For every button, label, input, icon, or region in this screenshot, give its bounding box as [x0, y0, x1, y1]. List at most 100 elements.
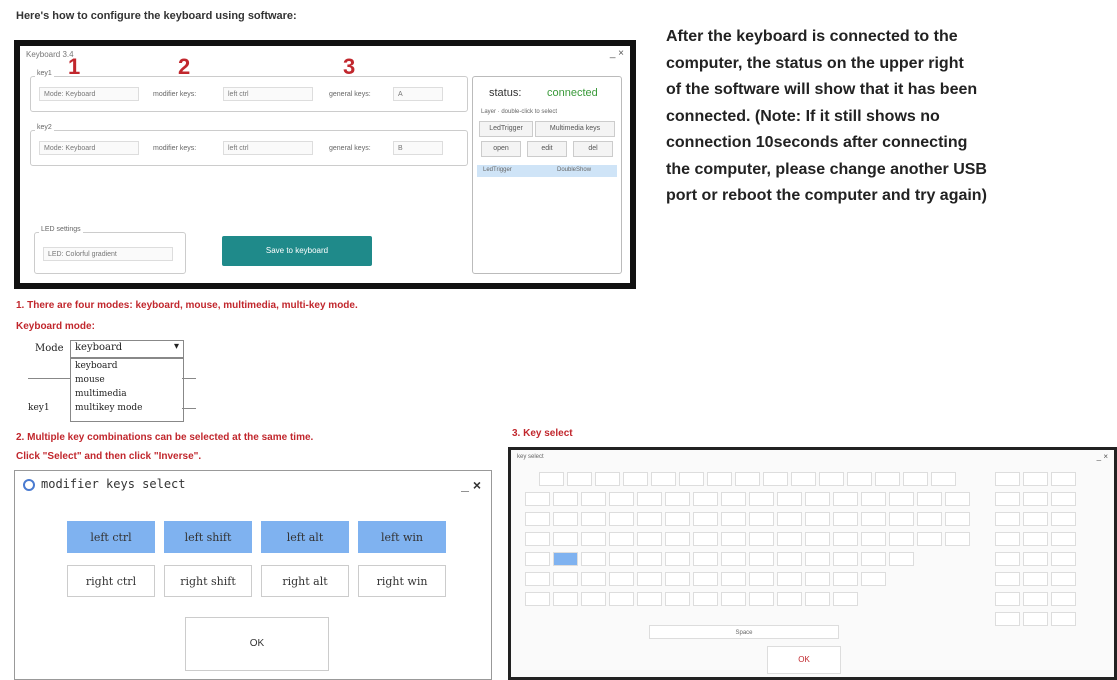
keyboard-key[interactable]: [525, 592, 550, 606]
left-shift-button[interactable]: left shift: [164, 521, 252, 553]
panel-chip-2[interactable]: Multimedia keys: [535, 121, 615, 137]
keyboard-key[interactable]: [1023, 472, 1048, 486]
keyboard-key[interactable]: [609, 592, 634, 606]
keyboard-key[interactable]: [1051, 572, 1076, 586]
keyboard-key[interactable]: [1051, 552, 1076, 566]
keyboard-key[interactable]: [665, 572, 690, 586]
keyboard-key[interactable]: [525, 532, 550, 546]
key-select-ok-button[interactable]: OK: [767, 646, 841, 674]
keyboard-key[interactable]: [995, 472, 1020, 486]
keyboard-key[interactable]: [665, 512, 690, 526]
keyboard-key[interactable]: [595, 472, 620, 486]
save-to-keyboard-button[interactable]: Save to keyboard: [222, 236, 372, 266]
keyboard-key[interactable]: [749, 592, 774, 606]
keyboard-key[interactable]: [721, 512, 746, 526]
keyboard-key[interactable]: [917, 512, 942, 526]
right-shift-button[interactable]: right shift: [164, 565, 252, 597]
keyboard-key[interactable]: [651, 472, 676, 486]
keyboard-key[interactable]: [609, 492, 634, 506]
keyboard-key[interactable]: [623, 472, 648, 486]
right-alt-button[interactable]: right alt: [261, 565, 349, 597]
keyboard-key[interactable]: [749, 552, 774, 566]
keyboard-key[interactable]: [721, 572, 746, 586]
keyboard-key[interactable]: [995, 512, 1020, 526]
keyboard-key[interactable]: [581, 512, 606, 526]
key2-modifier-field[interactable]: left ctrl: [223, 141, 313, 155]
left-alt-button[interactable]: left alt: [261, 521, 349, 553]
keyboard-key[interactable]: [833, 552, 858, 566]
key2-mode-select[interactable]: Mode: Keyboard: [39, 141, 139, 155]
keyboard-key[interactable]: [637, 492, 662, 506]
keyboard-key[interactable]: [693, 492, 718, 506]
keyboard-key[interactable]: [889, 552, 914, 566]
keyboard-key[interactable]: [917, 492, 942, 506]
keyboard-key[interactable]: [833, 572, 858, 586]
keyboard-key[interactable]: [861, 572, 886, 586]
keyboard-key[interactable]: [777, 512, 802, 526]
keyboard-key[interactable]: [693, 552, 718, 566]
keyboard-key[interactable]: [995, 492, 1020, 506]
keyboard-key[interactable]: [749, 492, 774, 506]
keyboard-key[interactable]: [833, 532, 858, 546]
keyboard-key[interactable]: [553, 592, 578, 606]
mode-option-multikey[interactable]: multikey mode: [71, 401, 183, 415]
right-win-button[interactable]: right win: [358, 565, 446, 597]
keyboard-key[interactable]: [1051, 532, 1076, 546]
keyboard-key[interactable]: [995, 572, 1020, 586]
key1-modifier-field[interactable]: left ctrl: [223, 87, 313, 101]
delete-button[interactable]: del: [573, 141, 613, 157]
keyboard-key[interactable]: [1023, 492, 1048, 506]
keyboard-key[interactable]: [539, 472, 564, 486]
led-select[interactable]: LED: Colorful gradient: [43, 247, 173, 261]
keyboard-key[interactable]: [889, 512, 914, 526]
keyboard-key[interactable]: [581, 552, 606, 566]
keyboard-key[interactable]: [609, 572, 634, 586]
keyboard-key[interactable]: [861, 512, 886, 526]
keyboard-key[interactable]: [1023, 552, 1048, 566]
keyboard-key[interactable]: [693, 512, 718, 526]
keyboard-key[interactable]: [861, 532, 886, 546]
keyboard-key[interactable]: [791, 472, 816, 486]
keyboard-key[interactable]: [525, 492, 550, 506]
keyboard-key[interactable]: [581, 492, 606, 506]
keyboard-key[interactable]: [805, 532, 830, 546]
keyboard-key[interactable]: [707, 472, 732, 486]
keyboard-key[interactable]: [665, 552, 690, 566]
keyboard-key[interactable]: [637, 572, 662, 586]
keyboard-key[interactable]: [525, 512, 550, 526]
keyboard-key[interactable]: [995, 612, 1020, 626]
keyboard-key[interactable]: [721, 592, 746, 606]
keyboard-key[interactable]: [581, 532, 606, 546]
keyboard-key[interactable]: [1023, 592, 1048, 606]
keyboard-key[interactable]: [833, 492, 858, 506]
keyboard-key[interactable]: [777, 532, 802, 546]
keyboard-key[interactable]: [805, 552, 830, 566]
keyboard-key[interactable]: [861, 492, 886, 506]
keyboard-key[interactable]: [581, 572, 606, 586]
left-win-button[interactable]: left win: [358, 521, 446, 553]
keyboard-key[interactable]: [945, 492, 970, 506]
keyboard-key[interactable]: [665, 592, 690, 606]
key1-general-field[interactable]: A: [393, 87, 443, 101]
keyboard-key[interactable]: [995, 532, 1020, 546]
keyboard-key[interactable]: [721, 552, 746, 566]
keyboard-key[interactable]: [525, 572, 550, 586]
key1-mode-select[interactable]: Mode: Keyboard: [39, 87, 139, 101]
keyboard-key[interactable]: [995, 552, 1020, 566]
keyboard-key[interactable]: [609, 512, 634, 526]
keyboard-key[interactable]: [637, 512, 662, 526]
mode-option-keyboard[interactable]: keyboard: [71, 359, 183, 373]
keyboard-key[interactable]: [1051, 492, 1076, 506]
left-ctrl-button[interactable]: left ctrl: [67, 521, 155, 553]
keyboard-key[interactable]: [567, 472, 592, 486]
space-key[interactable]: Space: [649, 625, 839, 639]
keyboard-key[interactable]: [637, 592, 662, 606]
keyboard-key[interactable]: [553, 552, 578, 566]
keyboard-key[interactable]: [693, 572, 718, 586]
window-controls[interactable]: _ ×: [461, 477, 481, 493]
keyboard-key[interactable]: [945, 532, 970, 546]
keyboard-key[interactable]: [833, 592, 858, 606]
keyboard-key[interactable]: [819, 472, 844, 486]
keyboard-key[interactable]: [875, 472, 900, 486]
keyboard-key[interactable]: [995, 592, 1020, 606]
